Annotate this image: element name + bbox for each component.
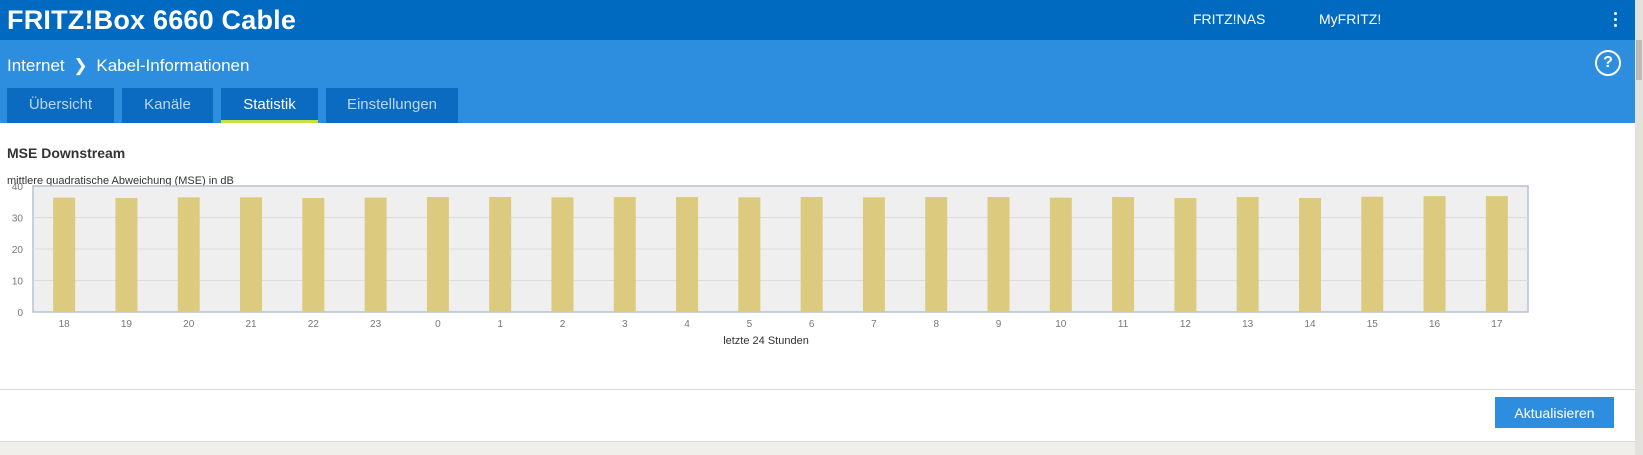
x-axis-label: letzte 24 Stunden: [723, 335, 809, 347]
bar: [1236, 197, 1259, 312]
bar: [1423, 196, 1446, 312]
x-tick-label: 6: [809, 319, 815, 330]
tab-einstellungen[interactable]: Einstellungen: [326, 88, 458, 123]
bar: [1049, 197, 1072, 312]
x-tick-label: 22: [308, 319, 320, 330]
content-panel: MSE Downstream mittlere quadratische Abw…: [0, 123, 1635, 442]
bar: [1112, 197, 1135, 312]
x-tick-label: 1: [497, 319, 503, 330]
fritznas-link[interactable]: FRITZ!NAS: [1193, 11, 1265, 27]
chevron-right-icon: ❯: [73, 56, 88, 75]
x-tick-label: 20: [183, 319, 195, 330]
bar: [489, 197, 512, 312]
x-tick-label: 18: [59, 319, 71, 330]
x-tick-label: 16: [1429, 319, 1441, 330]
x-tick-label: 3: [622, 319, 628, 330]
bar: [925, 197, 948, 312]
x-tick-label: 15: [1367, 319, 1379, 330]
bar: [551, 197, 574, 312]
x-tick-label: 19: [121, 319, 133, 330]
bar: [1298, 197, 1321, 312]
x-tick-label: 17: [1491, 319, 1503, 330]
x-tick-label: 7: [871, 319, 877, 330]
divider: [0, 389, 1635, 390]
section-title: MSE Downstream: [7, 145, 126, 161]
brand-title: FRITZ!Box 6660 Cable: [7, 5, 297, 35]
breadcrumb-current: Kabel-Informationen: [96, 56, 250, 75]
x-tick-label: 9: [996, 319, 1002, 330]
x-tick-label: 11: [1118, 319, 1129, 330]
bar: [738, 197, 761, 312]
bar: [800, 197, 823, 312]
tab-uebersicht[interactable]: Übersicht: [7, 88, 114, 123]
bar: [1485, 196, 1508, 312]
x-tick-label: 8: [933, 319, 939, 330]
mse-bar-chart: 010203040 18 19 20 21 22 23 0 1 2 3 4 5 6 7 8 9 10 11 12 13…: [12, 182, 1529, 330]
y-tick-label: 30: [12, 214, 24, 225]
bar: [862, 197, 885, 312]
x-tick-label: 0: [435, 319, 441, 330]
refresh-button[interactable]: Aktualisieren: [1495, 397, 1614, 428]
top-bar: FRITZ!Box 6660 Cable FRITZ!NAS MyFRITZ!: [0, 0, 1635, 40]
y-tick-label: 10: [12, 277, 24, 288]
bar: [177, 197, 200, 312]
bar: [676, 197, 699, 312]
bar: [302, 197, 325, 312]
bar: [364, 197, 387, 312]
x-tick-label: 10: [1055, 319, 1067, 330]
x-tick-label: 21: [245, 319, 257, 330]
x-tick-label: 13: [1242, 319, 1254, 330]
scrollbar-thumb[interactable]: [1636, 40, 1642, 80]
x-tick-label: 4: [684, 319, 690, 330]
tab-statistik[interactable]: Statistik: [221, 88, 318, 123]
bar: [53, 197, 76, 312]
x-tick-label: 23: [370, 319, 382, 330]
x-tick-label: 2: [560, 319, 566, 330]
bar: [987, 197, 1010, 312]
tab-kanaele[interactable]: Kanäle: [122, 88, 213, 123]
more-menu-icon[interactable]: [1614, 12, 1618, 30]
x-tick-label: 5: [747, 319, 753, 330]
x-tick-label: 12: [1180, 319, 1192, 330]
bar: [613, 197, 636, 312]
bar: [115, 197, 138, 312]
help-icon[interactable]: ?: [1595, 50, 1621, 76]
bar: [1174, 197, 1197, 312]
y-tick-label: 0: [17, 308, 23, 319]
x-tick-label: 14: [1304, 319, 1316, 330]
sub-header: Internet ❯ Kabel-Informationen ? Übersic…: [0, 40, 1635, 123]
bar: [240, 197, 263, 312]
y-tick-label: 40: [12, 182, 24, 193]
breadcrumb-internet[interactable]: Internet: [7, 56, 65, 75]
myfritz-link[interactable]: MyFRITZ!: [1319, 11, 1381, 27]
bar: [426, 197, 449, 312]
breadcrumb: Internet ❯ Kabel-Informationen: [7, 56, 249, 76]
y-tick-label: 20: [12, 245, 24, 256]
bar: [1361, 196, 1384, 312]
